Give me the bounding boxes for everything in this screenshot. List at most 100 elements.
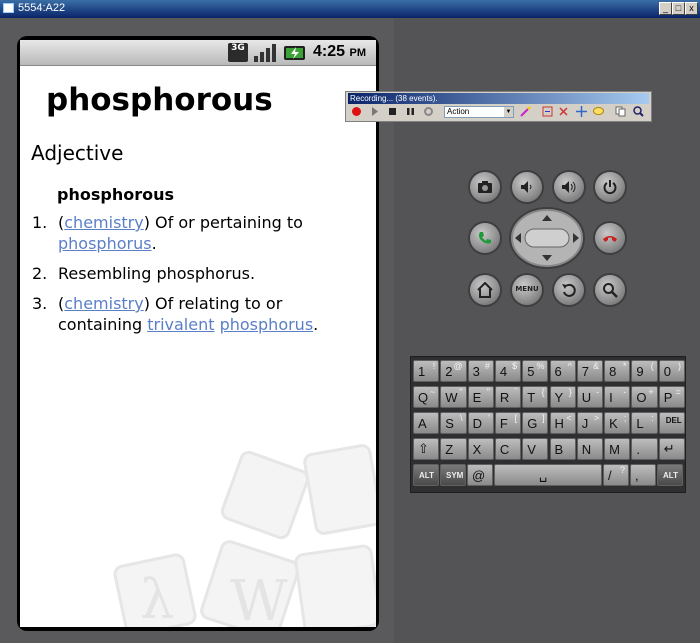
key-0[interactable]: 0) [658, 360, 685, 382]
key-label: 5 [527, 364, 535, 379]
key-2[interactable]: 2 @ [440, 360, 467, 382]
key-sym[interactable]: SYM [440, 464, 466, 486]
key-p[interactable]: P = [658, 386, 685, 408]
insert-action-icon[interactable] [542, 106, 553, 117]
key-h[interactable]: H < [549, 412, 576, 434]
link-trivalent[interactable]: trivalent [147, 315, 214, 334]
key-7[interactable]: 7 & [576, 360, 604, 382]
end-call-button[interactable] [595, 223, 625, 253]
dpad[interactable] [509, 207, 585, 269]
key-a[interactable]: A [413, 412, 440, 434]
link-chemistry[interactable]: chemistry [64, 213, 143, 232]
key-o[interactable]: O + [631, 386, 658, 408]
key-label: . [636, 442, 641, 457]
key-alt-label: % [536, 361, 545, 371]
key-j[interactable]: J > [576, 412, 604, 434]
key-9[interactable]: 9( [631, 360, 658, 382]
hardware-keyboard: 1! 2 @3 #4 $5% 6 ^ 7 & 8 * 9(0) Q ~ W " E " R ` T{Y} U - I - O + P =… [410, 356, 686, 493]
key-v[interactable]: V [522, 438, 549, 460]
find-icon[interactable] [633, 106, 644, 117]
copy-icon[interactable] [615, 106, 626, 117]
window-title-bar[interactable]: 5554:A22 _ □ x [0, 0, 700, 18]
key-slash[interactable]: /? [603, 464, 629, 486]
key-comma[interactable]: , [630, 464, 656, 486]
back-button[interactable] [554, 275, 584, 305]
close-button[interactable]: x [685, 2, 698, 15]
key-label: 3 [472, 364, 480, 379]
key-c[interactable]: C [494, 438, 522, 460]
power-button[interactable] [595, 172, 625, 202]
signal-strength-icon [254, 44, 276, 62]
key-.[interactable]: . [631, 438, 658, 460]
action-select[interactable]: Action ▼ [444, 106, 514, 118]
key-8[interactable]: 8 * [604, 360, 631, 382]
key-k[interactable]: K; [604, 412, 631, 434]
key-5[interactable]: 5% [522, 360, 549, 382]
search-button[interactable] [595, 275, 625, 305]
key-q[interactable]: Q ~ [413, 386, 440, 408]
camera-button[interactable] [470, 172, 500, 202]
comment-icon[interactable] [593, 106, 604, 117]
key-y[interactable]: Y} [549, 386, 576, 408]
dpad-center[interactable] [524, 228, 570, 248]
key-l[interactable]: L: [631, 412, 658, 434]
key-↵[interactable]: ↵ [658, 438, 685, 460]
key-r[interactable]: R ` [494, 386, 522, 408]
key-s[interactable]: S \ [440, 412, 467, 434]
phone-screen[interactable]: 3G 4:25 PM λ W phosphorous Adjective pho… [20, 40, 376, 627]
key-alt-label: ` [514, 387, 518, 397]
key-⇧[interactable]: ⇧ [413, 438, 440, 460]
pause-icon[interactable] [405, 106, 416, 117]
key-m[interactable]: M [604, 438, 631, 460]
key-label: ↵ [663, 441, 675, 456]
key-label: 9 [636, 364, 644, 379]
key-b[interactable]: B [549, 438, 576, 460]
key-x[interactable]: X [467, 438, 494, 460]
key-f[interactable]: F[ [494, 412, 522, 434]
link-phosphorus[interactable]: phosphorus [220, 315, 314, 334]
key-g[interactable]: G] [522, 412, 549, 434]
key-label: 6 [554, 364, 562, 379]
recording-toolbar[interactable]: Recording... (38 events). Action ▼ [345, 91, 652, 122]
key-6[interactable]: 6 ^ [549, 360, 576, 382]
minimize-button[interactable]: _ [659, 2, 672, 15]
stop-icon[interactable] [387, 106, 398, 117]
settings-gear-icon[interactable] [423, 106, 434, 117]
phone-call-icon [479, 232, 491, 244]
key-label: W [445, 390, 458, 405]
record-icon[interactable] [351, 106, 362, 117]
delete-action-icon[interactable] [558, 106, 569, 117]
key-1[interactable]: 1! [413, 360, 440, 382]
key-i[interactable]: I- [604, 386, 631, 408]
key-alt-label: & [593, 361, 600, 371]
link-chemistry[interactable]: chemistry [64, 294, 143, 313]
key-t[interactable]: T{ [522, 386, 549, 408]
play-icon[interactable] [369, 106, 380, 117]
key-u[interactable]: U- [576, 386, 604, 408]
move-icon[interactable] [576, 106, 587, 117]
volume-up-button[interactable] [554, 172, 584, 202]
key-4[interactable]: 4 $ [494, 360, 522, 382]
magic-wand-icon[interactable] [520, 106, 531, 117]
key-del[interactable]: DEL [658, 412, 685, 434]
key-z[interactable]: Z [440, 438, 467, 460]
key-n[interactable]: N [576, 438, 604, 460]
key-d[interactable]: D ' [467, 412, 494, 434]
key-space[interactable]: ␣ [494, 464, 602, 486]
key-w[interactable]: W " [440, 386, 467, 408]
volume-down-icon [521, 181, 532, 193]
key-3[interactable]: 3 # [467, 360, 494, 382]
wiktionary-watermark: λ W [113, 444, 376, 627]
key-alt-label: @ [453, 361, 463, 371]
key-e[interactable]: E " [467, 386, 494, 408]
link-phosphorus[interactable]: phosphorus [58, 234, 152, 253]
menu-button[interactable]: MENU [512, 275, 542, 305]
restore-button[interactable]: □ [672, 2, 685, 15]
key-alt[interactable]: ALT [413, 464, 439, 486]
call-button[interactable] [470, 223, 500, 253]
home-button[interactable] [470, 275, 500, 305]
key-at[interactable]: @ [467, 464, 493, 486]
key-label: F [499, 416, 508, 431]
volume-down-button[interactable] [512, 172, 542, 202]
key-alt-right[interactable]: ALT [657, 464, 683, 486]
